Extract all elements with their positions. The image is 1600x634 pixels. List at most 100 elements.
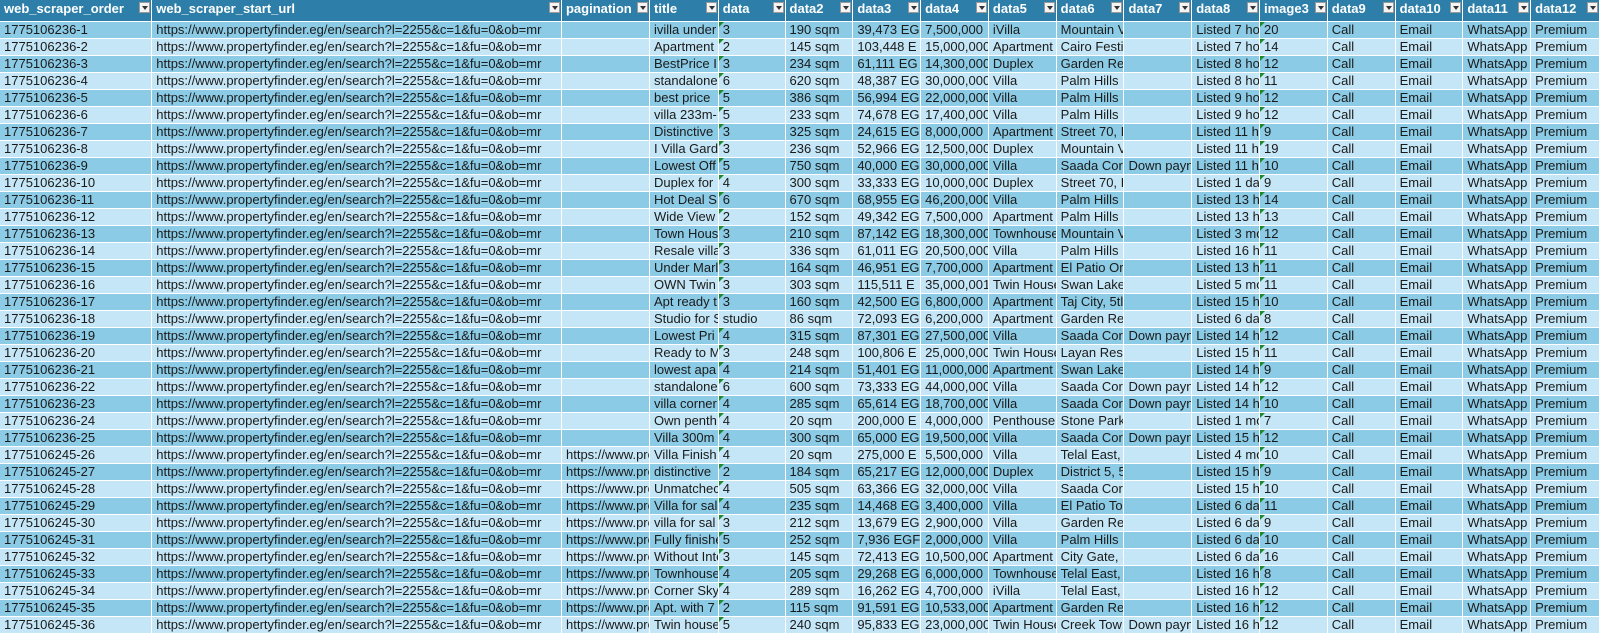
- table-cell[interactable]: Premium: [1530, 514, 1600, 532]
- table-cell[interactable]: Premium: [1530, 140, 1600, 158]
- table-cell[interactable]: WhatsApp: [1462, 293, 1532, 311]
- table-cell[interactable]: Distinctive: [649, 123, 719, 141]
- table-cell[interactable]: 24,615 EG: [852, 123, 922, 141]
- table-cell[interactable]: [1123, 463, 1193, 481]
- table-cell[interactable]: 44,000,000: [920, 378, 989, 396]
- table-cell[interactable]: Down payn: [1123, 395, 1193, 413]
- table-cell[interactable]: WhatsApp: [1462, 55, 1532, 73]
- table-cell[interactable]: Ready to M: [649, 344, 719, 362]
- table-cell[interactable]: 87,301 EG: [852, 327, 922, 345]
- filter-dropdown-icon[interactable]: [840, 2, 852, 13]
- table-cell[interactable]: Unmatchec: [649, 480, 719, 498]
- table-cell[interactable]: Listed 16 h: [1191, 599, 1261, 617]
- table-cell[interactable]: Duplex: [988, 174, 1057, 192]
- table-cell[interactable]: 12: [1259, 582, 1328, 600]
- table-cell[interactable]: https://www.pro: [561, 531, 651, 549]
- table-cell[interactable]: 289 sqm: [785, 582, 854, 600]
- table-cell[interactable]: Creek Tow: [1056, 616, 1125, 634]
- table-cell[interactable]: Mountain V: [1056, 21, 1125, 39]
- table-cell[interactable]: Call: [1327, 72, 1396, 90]
- table-cell[interactable]: Email: [1395, 480, 1464, 498]
- table-cell[interactable]: 236 sqm: [785, 140, 854, 158]
- table-cell[interactable]: Call: [1327, 310, 1396, 328]
- table-cell[interactable]: 23,000,000: [920, 616, 989, 634]
- table-cell[interactable]: Garden Re: [1056, 55, 1125, 73]
- table-cell[interactable]: Listed 9 ho: [1191, 106, 1261, 124]
- table-cell[interactable]: 2: [718, 38, 786, 56]
- table-cell[interactable]: Villa: [988, 89, 1057, 107]
- table-cell[interactable]: 40,000 EG: [852, 157, 922, 175]
- table-cell[interactable]: 4: [718, 327, 786, 345]
- table-cell[interactable]: 1775106236-23: [0, 395, 153, 413]
- table-cell[interactable]: 12,500,000: [920, 140, 989, 158]
- table-cell[interactable]: Listed 14 h: [1191, 327, 1261, 345]
- table-cell[interactable]: 4,700,000: [920, 582, 989, 600]
- table-cell[interactable]: https://www.propertyfinder.eg/en/search?…: [151, 259, 562, 277]
- table-cell[interactable]: 46,951 EG: [852, 259, 922, 277]
- table-cell[interactable]: 5: [718, 89, 786, 107]
- table-cell[interactable]: Hot Deal S: [649, 191, 719, 209]
- table-cell[interactable]: 3: [718, 259, 786, 277]
- table-cell[interactable]: Listed 8 ho: [1191, 72, 1261, 90]
- table-cell[interactable]: Listed 6 da: [1191, 497, 1261, 515]
- table-cell[interactable]: 4: [718, 429, 786, 447]
- table-cell[interactable]: 212 sqm: [785, 514, 854, 532]
- table-cell[interactable]: 1775106236-21: [0, 361, 153, 379]
- table-cell[interactable]: 4: [718, 497, 786, 515]
- table-cell[interactable]: Listed 8 ho: [1191, 55, 1261, 73]
- table-cell[interactable]: Saada Cor: [1056, 395, 1125, 413]
- column-header-data8[interactable]: data8: [1191, 0, 1261, 22]
- table-cell[interactable]: 1775106236-13: [0, 225, 153, 243]
- table-cell[interactable]: 240 sqm: [785, 616, 854, 634]
- table-cell[interactable]: Email: [1395, 157, 1464, 175]
- table-cell[interactable]: standalone: [649, 72, 719, 90]
- table-cell[interactable]: Duplex for: [649, 174, 719, 192]
- table-cell[interactable]: Palm Hills I: [1056, 242, 1125, 260]
- table-cell[interactable]: 252 sqm: [785, 531, 854, 549]
- table-cell[interactable]: 12: [1259, 89, 1328, 107]
- table-cell[interactable]: Email: [1395, 565, 1464, 583]
- table-cell[interactable]: 7,500,000: [920, 21, 989, 39]
- table-cell[interactable]: 1775106236-12: [0, 208, 153, 226]
- table-cell[interactable]: Listed 11 h: [1191, 140, 1261, 158]
- column-header-pagination[interactable]: pagination: [561, 0, 651, 22]
- table-cell[interactable]: 6,800,000: [920, 293, 989, 311]
- table-cell[interactable]: [1123, 514, 1193, 532]
- table-cell[interactable]: [1123, 582, 1193, 600]
- table-cell[interactable]: [561, 89, 651, 107]
- table-cell[interactable]: Listed 14 h: [1191, 378, 1261, 396]
- table-cell[interactable]: Saada Cor: [1056, 378, 1125, 396]
- table-cell[interactable]: [1123, 140, 1193, 158]
- table-cell[interactable]: https://www.pro: [561, 616, 651, 634]
- table-cell[interactable]: 160 sqm: [785, 293, 854, 311]
- table-cell[interactable]: Email: [1395, 344, 1464, 362]
- table-cell[interactable]: 56,994 EG: [852, 89, 922, 107]
- table-cell[interactable]: 14: [1259, 38, 1328, 56]
- table-cell[interactable]: WhatsApp: [1462, 38, 1532, 56]
- filter-dropdown-icon[interactable]: [908, 2, 920, 13]
- table-cell[interactable]: Palm Hills I: [1056, 89, 1125, 107]
- table-cell[interactable]: [561, 72, 651, 90]
- table-cell[interactable]: Email: [1395, 89, 1464, 107]
- table-cell[interactable]: 12: [1259, 599, 1328, 617]
- table-cell[interactable]: Listed 9 ho: [1191, 89, 1261, 107]
- filter-dropdown-icon[interactable]: [1179, 2, 1191, 13]
- table-cell[interactable]: [561, 259, 651, 277]
- table-cell[interactable]: WhatsApp: [1462, 616, 1532, 634]
- table-cell[interactable]: [561, 106, 651, 124]
- table-cell[interactable]: Call: [1327, 361, 1396, 379]
- table-cell[interactable]: Street 70, I: [1056, 174, 1125, 192]
- table-cell[interactable]: https://www.propertyfinder.eg/en/search?…: [151, 38, 562, 56]
- table-cell[interactable]: 11,000,000: [920, 361, 989, 379]
- table-cell[interactable]: Apt ready t: [649, 293, 719, 311]
- table-cell[interactable]: 10: [1259, 446, 1328, 464]
- table-cell[interactable]: Corner Sky: [649, 582, 719, 600]
- table-cell[interactable]: 1775106236-8: [0, 140, 153, 158]
- table-cell[interactable]: WhatsApp: [1462, 208, 1532, 226]
- table-cell[interactable]: [561, 327, 651, 345]
- table-cell[interactable]: Premium: [1530, 21, 1600, 39]
- column-header-data5[interactable]: data5: [988, 0, 1057, 22]
- table-cell[interactable]: 12: [1259, 225, 1328, 243]
- table-cell[interactable]: https://www.propertyfinder.eg/en/search?…: [151, 582, 562, 600]
- table-cell[interactable]: WhatsApp: [1462, 140, 1532, 158]
